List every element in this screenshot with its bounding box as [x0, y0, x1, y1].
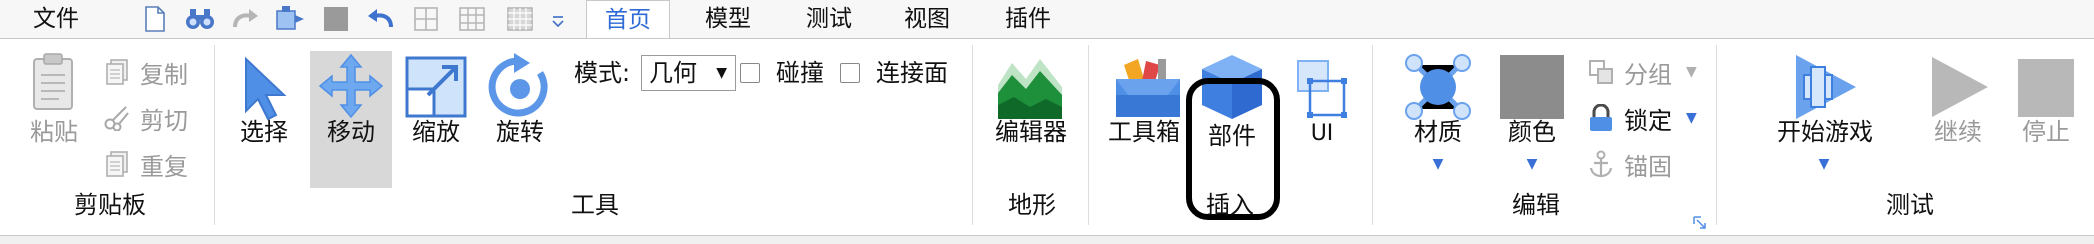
move-arrows-icon[interactable]: [318, 53, 384, 119]
undo-icon[interactable]: [364, 5, 398, 33]
grid-icon[interactable]: [503, 5, 537, 33]
chevron-down-icon: ▼: [716, 65, 727, 81]
color-button[interactable]: 颜色: [1496, 117, 1568, 147]
material-button[interactable]: 材质: [1402, 117, 1474, 147]
grid-icon[interactable]: [456, 5, 488, 33]
insert-group-label: 插入: [1206, 191, 1254, 219]
tab-view[interactable]: 视图: [884, 0, 970, 38]
group-button[interactable]: 分组 ▼: [1586, 55, 1697, 89]
anchor-icon: [1586, 149, 1616, 179]
customize-arrow-icon[interactable]: [547, 5, 569, 33]
join-surfaces-label: 连接面: [876, 59, 948, 87]
tools-group-label: 工具: [571, 191, 619, 219]
test-group-label: 测试: [1886, 191, 1934, 219]
duplicate-icon: [102, 149, 132, 179]
material-icon[interactable]: [1404, 53, 1472, 120]
group-divider: [1372, 45, 1373, 225]
copy-icon: [102, 57, 132, 87]
chevron-down-icon[interactable]: ▼: [1430, 149, 1446, 179]
terrain-mountain-icon[interactable]: [996, 55, 1064, 119]
cut-label: 剪切: [140, 106, 188, 135]
ui-button[interactable]: UI: [1296, 119, 1348, 149]
select-cursor-icon[interactable]: [238, 55, 294, 121]
chevron-down-icon[interactable]: ▼: [1524, 149, 1540, 179]
copy-label: 复制: [140, 60, 188, 89]
scale-button[interactable]: 缩放: [404, 117, 468, 147]
terrain-editor-button[interactable]: 编辑器: [990, 117, 1072, 147]
menu-bar: 文件 首页 模型 测试 视图 插件: [0, 0, 2094, 40]
chevron-down-icon[interactable]: ▼: [1686, 110, 1697, 126]
paste-button[interactable]: 粘贴: [22, 117, 86, 147]
lock-label: 锁定: [1624, 106, 1672, 135]
play-game-icon[interactable]: [1786, 53, 1860, 119]
collision-checkbox[interactable]: [740, 63, 760, 83]
new-file-icon[interactable]: [138, 5, 172, 33]
group-divider: [1088, 45, 1089, 225]
ui-frame-icon[interactable]: [1296, 59, 1348, 119]
chevron-down-icon[interactable]: ▼: [1816, 149, 1832, 179]
anchor-label: 锚固: [1624, 152, 1672, 181]
dialog-launcher-icon[interactable]: [1693, 215, 1707, 229]
group-divider: [1716, 45, 1717, 225]
tab-plugins[interactable]: 插件: [985, 0, 1071, 38]
redo-icon[interactable]: [228, 5, 262, 33]
lock-button[interactable]: 锁定 ▼: [1586, 101, 1697, 135]
group-label: 分组: [1624, 60, 1672, 89]
copy-button[interactable]: 复制: [102, 55, 188, 89]
file-menu[interactable]: 文件: [33, 2, 79, 36]
chevron-down-icon[interactable]: ▼: [1686, 64, 1697, 80]
mode-select-value: 几何: [649, 59, 697, 87]
color-swatch-icon[interactable]: [1500, 55, 1564, 119]
stop-square-icon[interactable]: [2018, 59, 2074, 117]
tab-home[interactable]: 首页: [586, 0, 670, 40]
tab-test[interactable]: 测试: [786, 0, 872, 38]
toolbox-button[interactable]: 工具箱: [1108, 117, 1190, 147]
transform-icon[interactable]: [272, 5, 308, 33]
duplicate-button[interactable]: 重复: [102, 147, 188, 181]
move-button[interactable]: 移动: [318, 117, 384, 147]
join-surfaces-checkbox[interactable]: [840, 63, 860, 83]
mode-label: 模式:: [574, 59, 631, 87]
select-button[interactable]: 选择: [232, 117, 296, 147]
ribbon: 粘贴 复制 剪切 重复 剪贴板 选择 移动 缩放 旋转 模式: 几何 ▼ 碰撞 …: [0, 38, 2094, 236]
scissors-icon: [102, 103, 132, 133]
binoculars-icon[interactable]: [182, 5, 218, 33]
mode-select[interactable]: 几何 ▼: [641, 55, 736, 91]
terrain-group-label: 地形: [1008, 191, 1056, 219]
grid-icon[interactable]: [410, 5, 442, 33]
status-strip: [0, 236, 2094, 244]
resume-button[interactable]: 继续: [1926, 117, 1990, 147]
clipboard-group-label: 剪贴板: [74, 191, 146, 219]
edit-group-label: 编辑: [1512, 191, 1560, 219]
duplicate-label: 重复: [140, 152, 188, 181]
group-divider: [972, 45, 973, 225]
anchor-button[interactable]: 锚固: [1586, 147, 1672, 181]
tab-model[interactable]: 模型: [684, 0, 772, 38]
collision-label: 碰撞: [776, 59, 824, 87]
rotate-button[interactable]: 旋转: [488, 117, 552, 147]
toolbox-icon[interactable]: [1114, 55, 1182, 119]
lock-icon: [1586, 103, 1616, 133]
resume-play-icon[interactable]: [1928, 55, 1990, 119]
group-divider: [214, 45, 215, 225]
scale-icon[interactable]: [404, 55, 468, 119]
stop-icon[interactable]: [320, 5, 352, 33]
start-game-button[interactable]: 开始游戏: [1770, 117, 1880, 147]
cut-button[interactable]: 剪切: [102, 101, 188, 135]
paste-icon[interactable]: [31, 53, 75, 110]
rotate-icon[interactable]: [488, 53, 552, 119]
stop-button[interactable]: 停止: [2014, 117, 2078, 147]
group-icon: [1586, 57, 1616, 87]
